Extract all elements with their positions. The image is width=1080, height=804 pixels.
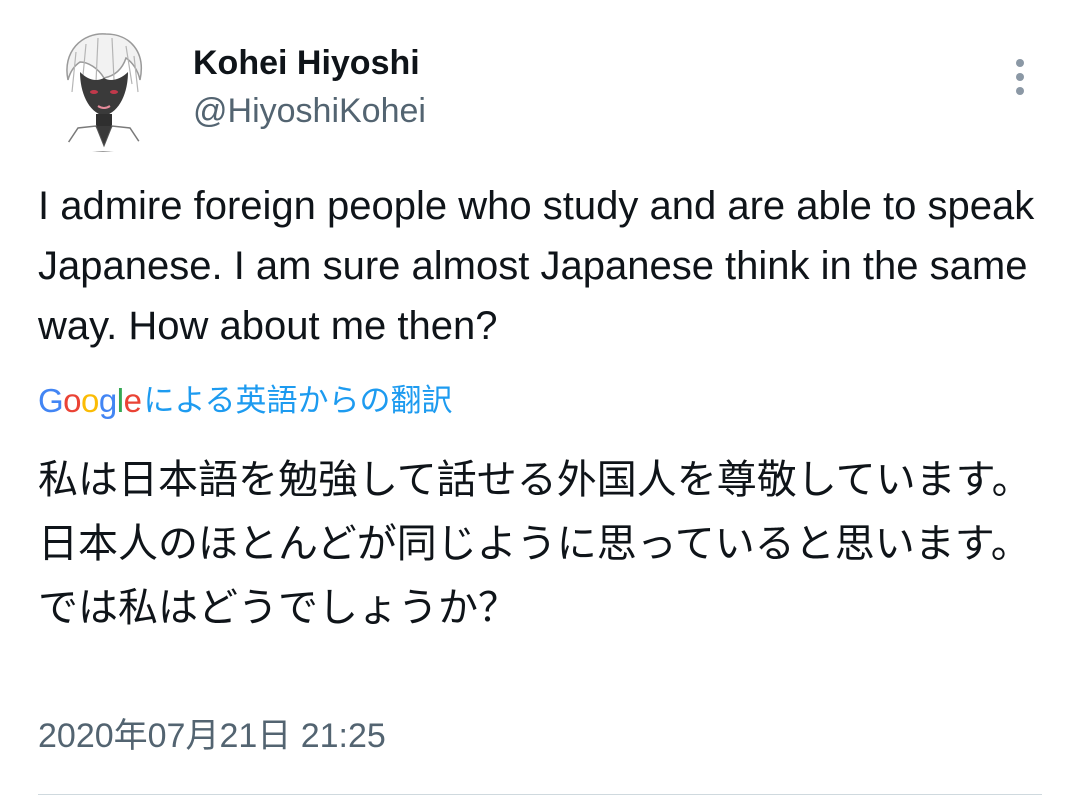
tweet-timestamp[interactable]: 2020年07月21日 21:25	[38, 712, 386, 760]
divider	[38, 794, 1042, 795]
tweet-text: I admire foreign people who study and ar…	[38, 184, 1035, 348]
author-handle[interactable]: @HiyoshiKohei	[193, 88, 426, 134]
author-display-name[interactable]: Kohei Hiyoshi	[193, 40, 420, 86]
avatar-illustration	[38, 22, 168, 152]
translation-link[interactable]: Google による英語からの翻訳	[38, 378, 453, 424]
more-options-button[interactable]	[1000, 52, 1040, 102]
avatar[interactable]	[38, 22, 168, 152]
more-vertical-icon	[1016, 59, 1024, 95]
translated-tweet-text: 私は日本語を勉強して話せる外国人を尊敬しています。日本人のほとんどが同じように思…	[38, 457, 1032, 631]
google-logo: Google	[38, 382, 142, 419]
translation-label: による英語からの翻訳	[143, 383, 453, 419]
